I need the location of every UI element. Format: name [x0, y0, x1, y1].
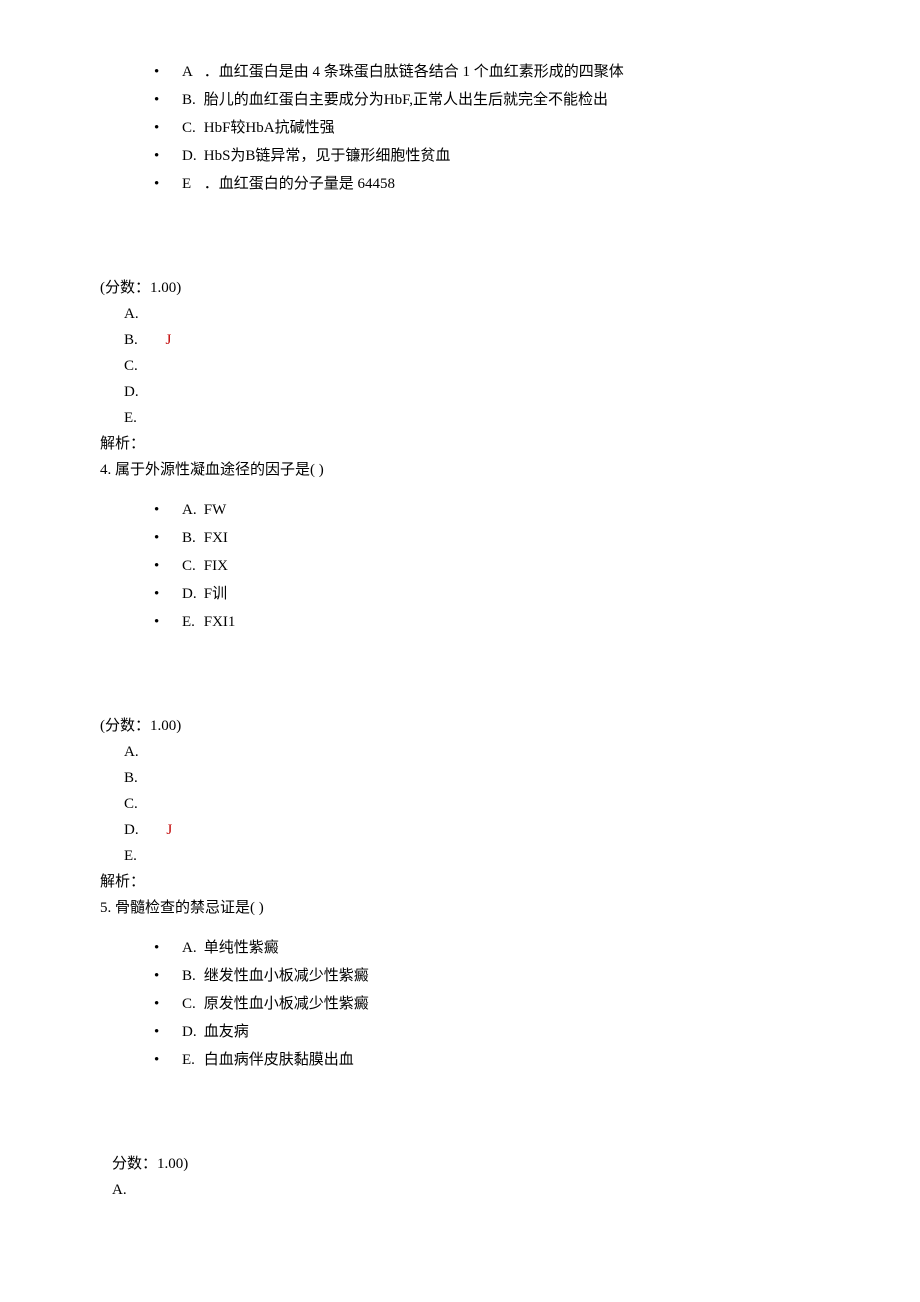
option-text: 血友病	[204, 1024, 249, 1040]
option-text: 继发性血小板减少性紫癜	[204, 968, 369, 984]
option-text: FW	[204, 502, 227, 518]
q5-score: 分数：1.00)	[112, 1152, 820, 1176]
option-label: E.	[182, 610, 200, 634]
q4-answer-block: (分数：1.00) A. B. C. D. J E. 解析：	[100, 714, 820, 894]
option-label: A.	[182, 498, 200, 522]
option-label: B.	[182, 964, 200, 988]
q5-option-d: D. 血友病	[154, 1020, 820, 1044]
q5-option-a: A. 单纯性紫癜	[154, 936, 820, 960]
q3-choice-c: C.	[100, 354, 820, 378]
q5-choice-a: A.	[112, 1178, 820, 1202]
option-text: HbS为B链异常，见于镰形细胞性贫血	[204, 148, 451, 164]
option-text: 单纯性紫癜	[204, 940, 279, 956]
q3-answer-block: (分数：1.00) A. B. J C. D. E. 解析：	[100, 276, 820, 456]
q4-choice-b: B.	[100, 766, 820, 790]
option-text: 胎儿的血红蛋白主要成分为HbF,正常人出生后就完全不能检出	[204, 92, 608, 108]
q3-options: A ．血红蛋白是由 4 条珠蛋白肽链各结合 1 个血红素形成的四聚体 B. 胎儿…	[100, 60, 820, 196]
q4-option-e: E. FXI1	[154, 610, 820, 634]
q3-choice-d: D.	[100, 380, 820, 404]
q3-option-b: B. 胎儿的血红蛋白主要成分为HbF,正常人出生后就完全不能检出	[154, 88, 820, 112]
q4-option-a: A. FW	[154, 498, 820, 522]
q5-stem: 5. 骨髓检查的禁忌证是( )	[100, 896, 820, 920]
option-label: E	[182, 172, 200, 196]
check-mark-icon: J	[142, 822, 172, 838]
q3-choice-e: E.	[100, 406, 820, 430]
check-mark-icon: J	[142, 332, 172, 348]
option-text: ．血红蛋白是由 4 条珠蛋白肽链各结合 1 个血红素形成的四聚体	[204, 64, 624, 80]
option-text: ．血红蛋白的分子量是 64458	[204, 176, 395, 192]
q5-option-e: E. 白血病伴皮肤黏膜出血	[154, 1048, 820, 1072]
option-text: F训	[204, 586, 227, 602]
option-label: D.	[182, 144, 200, 168]
q3-choice-a: A.	[100, 302, 820, 326]
q3-option-e: E ．血红蛋白的分子量是 64458	[154, 172, 820, 196]
option-label: D.	[182, 582, 200, 606]
q3-analysis: 解析：	[100, 432, 820, 456]
q4-option-d: D. F训	[154, 582, 820, 606]
q4-choice-e: E.	[100, 844, 820, 868]
q5-option-c: C. 原发性血小板减少性紫癜	[154, 992, 820, 1016]
q4-option-c: C. FIX	[154, 554, 820, 578]
option-label: C.	[182, 116, 200, 140]
q5-option-b: B. 继发性血小板减少性紫癜	[154, 964, 820, 988]
q3-score: (分数：1.00)	[100, 276, 820, 300]
option-text: FIX	[204, 558, 228, 574]
option-text: HbF较HbA抗碱性强	[204, 120, 335, 136]
q4-choice-a: A.	[100, 740, 820, 764]
option-text: FXI	[204, 530, 228, 546]
option-text: 原发性血小板减少性紫癜	[204, 996, 369, 1012]
q4-analysis: 解析：	[100, 870, 820, 894]
q3-option-c: C. HbF较HbA抗碱性强	[154, 116, 820, 140]
q4-option-b: B. FXI	[154, 526, 820, 550]
option-label: B.	[182, 88, 200, 112]
option-label: E.	[182, 1048, 200, 1072]
q4-options: A. FW B. FXI C. FIX D. F训 E. FXI1	[100, 498, 820, 634]
option-label: D.	[182, 1020, 200, 1044]
option-label: B.	[182, 526, 200, 550]
option-label: A.	[182, 936, 200, 960]
q3-option-d: D. HbS为B链异常，见于镰形细胞性贫血	[154, 144, 820, 168]
q4-choice-c: C.	[100, 792, 820, 816]
q4-stem: 4. 属于外源性凝血途径的因子是( )	[100, 458, 820, 482]
q3-choice-b: B. J	[100, 328, 820, 352]
option-label: A	[182, 60, 200, 84]
option-text: FXI1	[204, 614, 236, 630]
choice-label: D.	[124, 822, 139, 838]
q5-options: A. 单纯性紫癜 B. 继发性血小板减少性紫癜 C. 原发性血小板减少性紫癜 D…	[100, 936, 820, 1072]
q5-answer-block: 分数：1.00) A.	[100, 1152, 820, 1202]
option-label: C.	[182, 554, 200, 578]
q4-score: (分数：1.00)	[100, 714, 820, 738]
option-text: 白血病伴皮肤黏膜出血	[204, 1052, 354, 1068]
option-label: C.	[182, 992, 200, 1016]
q3-option-a: A ．血红蛋白是由 4 条珠蛋白肽链各结合 1 个血红素形成的四聚体	[154, 60, 820, 84]
q4-choice-d: D. J	[100, 818, 820, 842]
choice-label: B.	[124, 332, 138, 348]
